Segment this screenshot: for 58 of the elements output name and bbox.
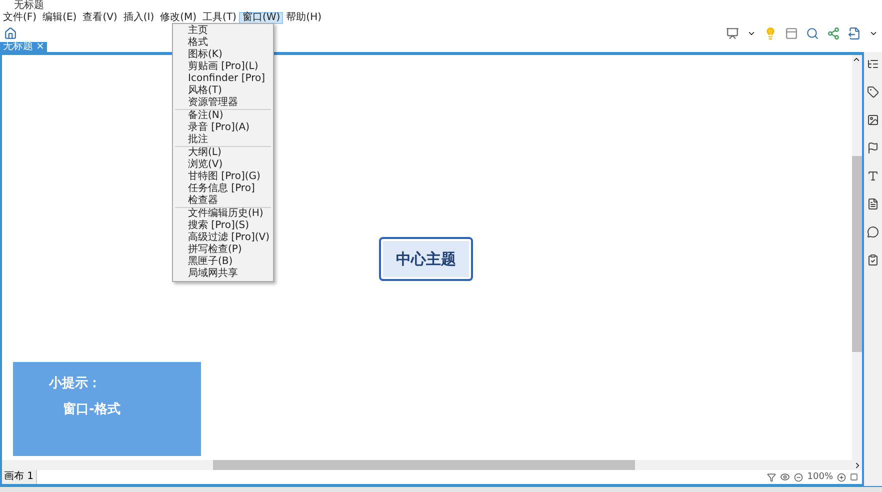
- menu-entry[interactable]: 主页: [173, 25, 273, 37]
- menu-entry[interactable]: 检查器: [173, 195, 273, 207]
- filter-icon[interactable]: [767, 472, 776, 482]
- outline-icon[interactable]: [867, 58, 879, 70]
- export-icon[interactable]: [848, 26, 861, 40]
- menu-item[interactable]: 窗口(W): [239, 12, 284, 24]
- search-icon[interactable]: [806, 26, 819, 40]
- menu-entry[interactable]: 搜索 [Pro](S): [173, 220, 273, 232]
- central-topic[interactable]: 中心主题: [379, 237, 473, 281]
- scroll-right-icon[interactable]: [853, 460, 862, 470]
- sheet-tab[interactable]: 画布 1: [2, 470, 37, 484]
- tip-title: 小提示：: [49, 375, 102, 392]
- comment-icon[interactable]: [867, 226, 879, 238]
- tag-icon[interactable]: [867, 86, 879, 98]
- menu-entry[interactable]: 备注(N): [173, 110, 273, 122]
- window-title: 无标题: [14, 0, 44, 12]
- zoom-level: 100%: [807, 472, 833, 482]
- menu-entry[interactable]: 浏览(V): [173, 159, 273, 171]
- menu-entry[interactable]: 拼写检查(P): [173, 244, 273, 256]
- share-icon[interactable]: [827, 26, 840, 40]
- menu-item[interactable]: 帮助(H): [283, 12, 324, 24]
- menu-item[interactable]: 文件(F): [0, 12, 40, 24]
- home-icon[interactable]: [4, 26, 17, 40]
- menu-item[interactable]: 查看(V): [80, 12, 120, 24]
- menu-entry[interactable]: 黑匣子(B): [173, 256, 273, 268]
- fit-icon[interactable]: [850, 473, 858, 481]
- menu-item[interactable]: 编辑(E): [40, 12, 80, 24]
- menu-entry[interactable]: 大纲(L): [173, 147, 273, 159]
- flag-icon[interactable]: [867, 142, 879, 154]
- menu-entry[interactable]: 图标(K): [173, 49, 273, 61]
- menu-entry[interactable]: 批注: [173, 134, 273, 146]
- vertical-scrollbar[interactable]: [852, 55, 862, 460]
- text-icon[interactable]: [867, 170, 879, 182]
- menu-entry[interactable]: 格式: [173, 37, 273, 49]
- clipboard-icon[interactable]: [867, 254, 879, 266]
- menu-item[interactable]: 修改(M): [157, 12, 200, 24]
- scroll-up-icon[interactable]: [852, 55, 861, 64]
- menu-item[interactable]: 工具(T): [200, 12, 240, 24]
- menu-entry[interactable]: 文件编辑历史(H): [173, 208, 273, 220]
- menu-entry[interactable]: 甘特图 [Pro](G): [173, 171, 273, 183]
- zoom-in-icon[interactable]: [837, 472, 846, 482]
- menu-entry[interactable]: 局域网共享: [173, 268, 273, 280]
- menu-entry[interactable]: 高级过滤 [Pro](V): [173, 232, 273, 244]
- presentation-icon[interactable]: [726, 26, 739, 40]
- eye-icon[interactable]: [780, 472, 790, 482]
- panel-icon[interactable]: [785, 26, 798, 40]
- menu-item[interactable]: 插入(I): [120, 12, 158, 24]
- menu-entry[interactable]: 任务信息 [Pro]: [173, 183, 273, 195]
- menu-entry[interactable]: Iconfinder [Pro]: [173, 73, 273, 85]
- menu-entry[interactable]: 录音 [Pro](A): [173, 122, 273, 134]
- menu-entry[interactable]: 资源管理器: [173, 97, 273, 109]
- zoom-out-icon[interactable]: [794, 472, 804, 482]
- menu-entry[interactable]: 风格(T): [173, 85, 273, 97]
- tip-text: 窗口-格式: [63, 400, 122, 418]
- document-icon[interactable]: [867, 198, 879, 210]
- image-icon[interactable]: [867, 114, 879, 126]
- horizontal-scrollbar[interactable]: [2, 460, 862, 470]
- menu-entry[interactable]: 剪贴画 [Pro](L): [173, 61, 273, 73]
